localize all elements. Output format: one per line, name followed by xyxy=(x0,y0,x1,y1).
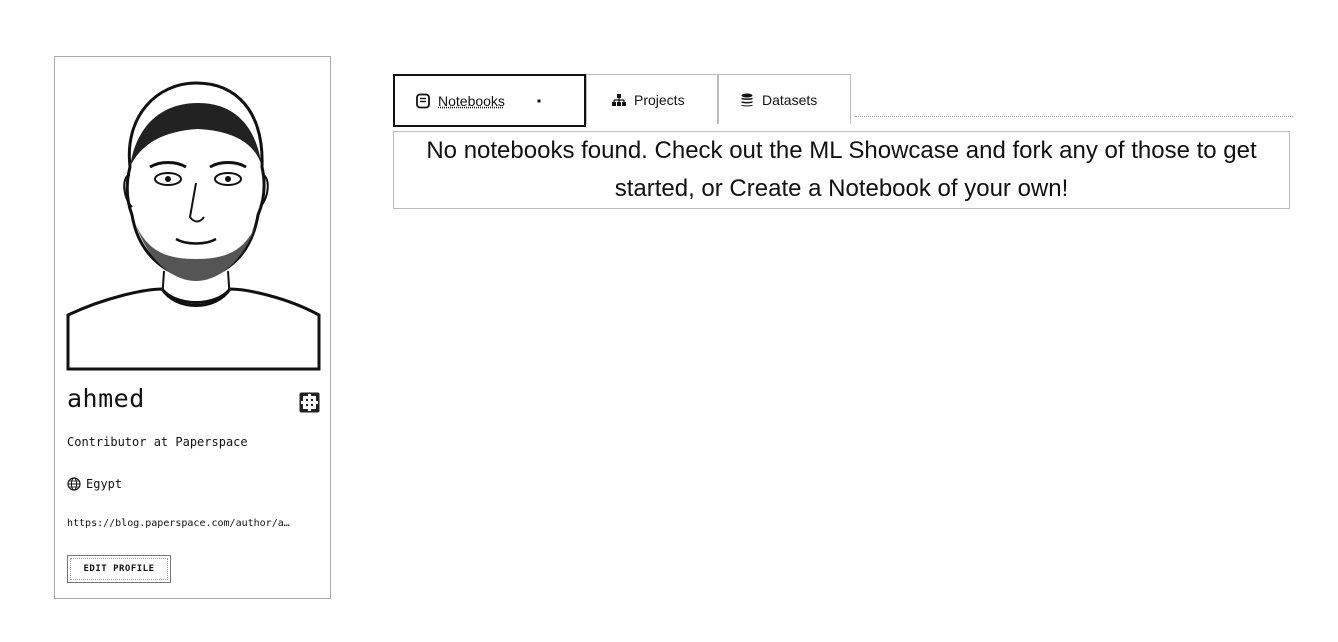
profile-link[interactable]: https://blog.paperspace.com/author/a… xyxy=(67,518,319,529)
tab-projects[interactable]: Projects xyxy=(586,74,718,124)
username: ahmed xyxy=(67,384,145,413)
database-icon xyxy=(741,93,753,106)
chevron-down-icon xyxy=(537,99,541,102)
tab-datasets[interactable]: Datasets xyxy=(718,74,851,124)
tab-notebooks[interactable]: Notebooks xyxy=(393,74,586,127)
empty-state-panel: No notebooks found. Check out the ML Sho… xyxy=(393,131,1290,209)
notebook-icon xyxy=(416,93,430,108)
hierarchy-icon xyxy=(612,93,626,106)
profile-card: ahmed Contributor at Paperspace Egypt ht… xyxy=(54,56,331,599)
badge-icon xyxy=(299,392,320,413)
edit-profile-button[interactable]: EDIT PROFILE xyxy=(67,555,171,583)
location: Egypt xyxy=(67,477,122,491)
avatar xyxy=(66,81,321,371)
profile-title: Contributor at Paperspace xyxy=(67,435,248,449)
tab-bar: Notebooks Projects Datasets xyxy=(393,74,851,127)
tab-divider xyxy=(855,116,1293,117)
tab-notebooks-label: Notebooks xyxy=(438,92,505,109)
empty-state-message: No notebooks found. Check out the ML Sho… xyxy=(426,137,1257,202)
globe-icon xyxy=(67,477,81,491)
tab-datasets-label: Datasets xyxy=(762,91,818,108)
location-label: Egypt xyxy=(86,477,123,491)
tab-projects-label: Projects xyxy=(634,91,685,108)
